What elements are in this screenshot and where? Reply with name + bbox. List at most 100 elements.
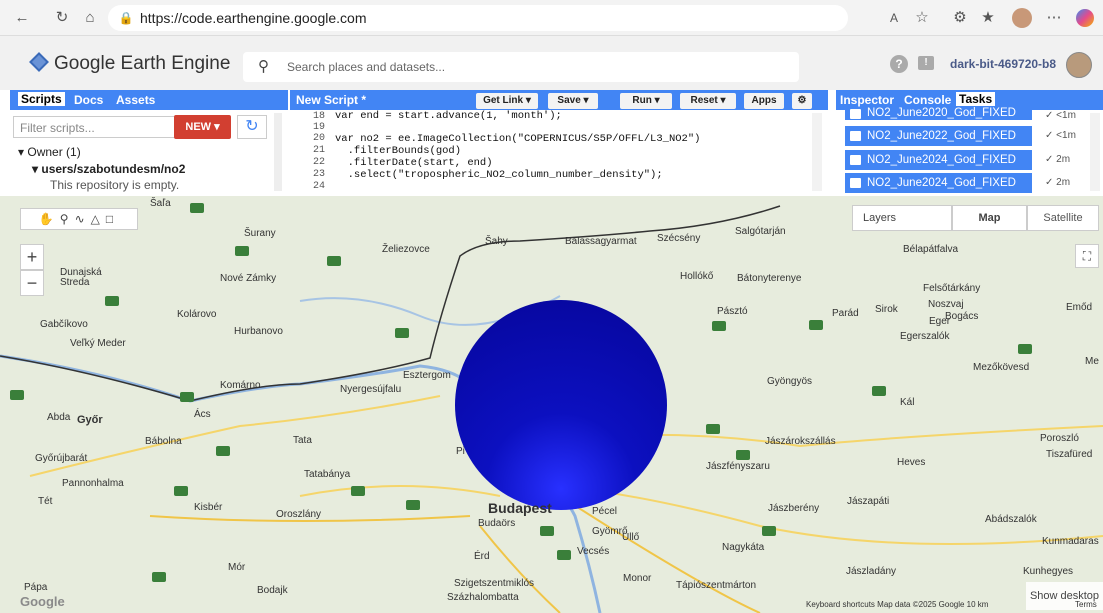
more-icon[interactable]: ⋯ [1044,8,1064,28]
reset-label: Reset [690,95,718,106]
task-row[interactable]: NO2_June2022_God_FIXED [845,126,1032,146]
satellite-button[interactable]: Satellite [1027,205,1099,231]
run-button[interactable]: Run ▾ [620,93,672,109]
place-label: Felsőtárkány [923,283,981,294]
home-icon[interactable]: ⌂ [80,8,100,28]
search-input[interactable]: Search places and datasets... [287,60,445,74]
place-label: Parád [832,308,859,319]
google-logo: Google [20,594,65,609]
zoom-in-button[interactable]: + [20,244,44,270]
read-aloud-icon[interactable]: A [884,8,904,28]
terms-link[interactable]: Terms [1075,600,1097,609]
road-badge [762,526,776,536]
road-badge [351,486,365,496]
image-task-icon [850,131,861,141]
road-badge [174,486,188,496]
repo-folder[interactable]: ▾ users/szabotundesm/no2 [32,162,185,176]
place-label: Šahy [485,236,508,247]
favorite-star-icon[interactable]: ☆ [912,8,932,28]
zoom-out-button[interactable]: − [20,270,44,296]
task-row[interactable]: NO2_June2024_God_FIXED [845,150,1032,170]
favorites-icon[interactable]: ★ [978,8,998,28]
code-line[interactable]: .filterBounds(god) [335,145,461,157]
place-label: Budapest [488,500,552,516]
road-badge [10,390,24,400]
road-badge [406,500,420,510]
tab-console[interactable]: Console [904,93,951,107]
back-icon[interactable]: ← [12,8,32,28]
tab-tasks[interactable]: Tasks [956,92,996,106]
refresh-icon[interactable]: ↻ [52,8,72,28]
tasks-scrollbar[interactable] [1090,113,1100,191]
place-label: Eger [929,316,951,327]
place-label: Kunhegyes [1023,566,1074,577]
place-label: Egerszalók [900,331,950,342]
tab-scripts[interactable]: Scripts [18,92,65,106]
road-badge [706,424,720,434]
place-label: Abda [47,412,71,423]
help-icon[interactable]: ? [890,55,908,73]
task-time-value: 2m [1056,154,1071,165]
lock-icon: 🔒 [118,11,134,25]
road-badge [395,328,409,338]
url-text[interactable]: https://code.earthengine.google.com [140,10,367,26]
reset-button[interactable]: Reset ▾ [680,93,736,109]
line-number: 18 [312,111,325,122]
road-badge [809,320,823,330]
project-selector[interactable]: dark-bit-469720-b8 [950,57,1056,71]
scripts-scrollbar[interactable] [274,113,282,191]
tab-inspector[interactable]: Inspector [840,93,894,107]
layers-button[interactable]: Layers [852,205,952,231]
place-label: Ács [194,409,211,420]
owner-folder[interactable]: ▾ Owner (1) [18,145,81,159]
settings-gear-icon[interactable]: ⚙ [792,93,812,109]
place-label: Pécel [592,506,618,517]
refresh-scripts-icon[interactable]: ↻ [237,115,267,139]
place-label: Noszvaj [928,299,964,310]
fullscreen-icon[interactable]: ⛶ [1075,244,1099,268]
avatar[interactable] [1066,52,1092,78]
code-line[interactable]: .select("tropospheric_NO2_column_number_… [335,169,663,181]
left-panel-header: Scripts Docs Assets [10,90,288,110]
place-label: Tét [38,496,53,507]
save-label: Save [557,95,581,106]
road-badge [180,392,194,402]
feedback-icon[interactable]: ! [918,56,934,70]
place-label: Abádszalók [985,514,1037,525]
task-time: ✓ <1m [1045,110,1076,121]
line-number: 20 [312,133,325,144]
task-row[interactable]: NO2_June2024_God_FIXED [845,173,1032,193]
code-line[interactable]: var end = start.advance(1, 'month'); [335,110,562,122]
search-icon[interactable]: ⚲ [258,57,269,75]
run-label: Run [632,95,652,106]
get-link-button[interactable]: Get Link ▾ [476,93,538,109]
code-line[interactable]: .filterDate(start, end) [335,157,493,169]
save-button[interactable]: Save ▾ [548,93,598,109]
editor-scrollbar[interactable] [812,113,822,191]
profile-avatar[interactable] [1012,8,1032,28]
place-label: Pannonhalma [62,478,124,489]
place-label: Hollókő [680,271,714,282]
extensions-icon[interactable]: ⚙ [950,8,970,28]
tab-docs[interactable]: Docs [74,93,103,107]
place-label: Jászladány [846,566,897,577]
copilot-icon[interactable] [1076,9,1094,27]
apps-button[interactable]: Apps [744,93,784,109]
place-label: Bodajk [257,585,288,596]
place-label: Kolárovo [177,309,217,320]
drawing-tools[interactable]: ✋⚲∿△□ [20,208,138,230]
task-row[interactable]: NO2_June2020_God_FIXED [845,107,1032,120]
code-line[interactable]: var no2 = ee.ImageCollection("COPERNICUS… [335,133,700,145]
map-type-button[interactable]: Map [952,205,1027,231]
place-label: Kisbér [194,502,223,513]
tab-assets[interactable]: Assets [116,93,155,107]
filter-scripts-input[interactable]: Filter scripts... [13,116,176,138]
place-label: Oroszlány [276,509,322,520]
line-number: 23 [312,169,325,180]
owner-label: Owner (1) [27,145,81,159]
new-script-button[interactable]: NEW ▾ [174,115,231,139]
place-label: Poroszló [1040,433,1079,444]
image-task-icon [850,178,861,188]
map-canvas[interactable]: ✋⚲∿△□ + − Layers Map Satellite ⛶ Show de… [0,196,1103,613]
place-label: Nové Zámky [220,273,277,284]
